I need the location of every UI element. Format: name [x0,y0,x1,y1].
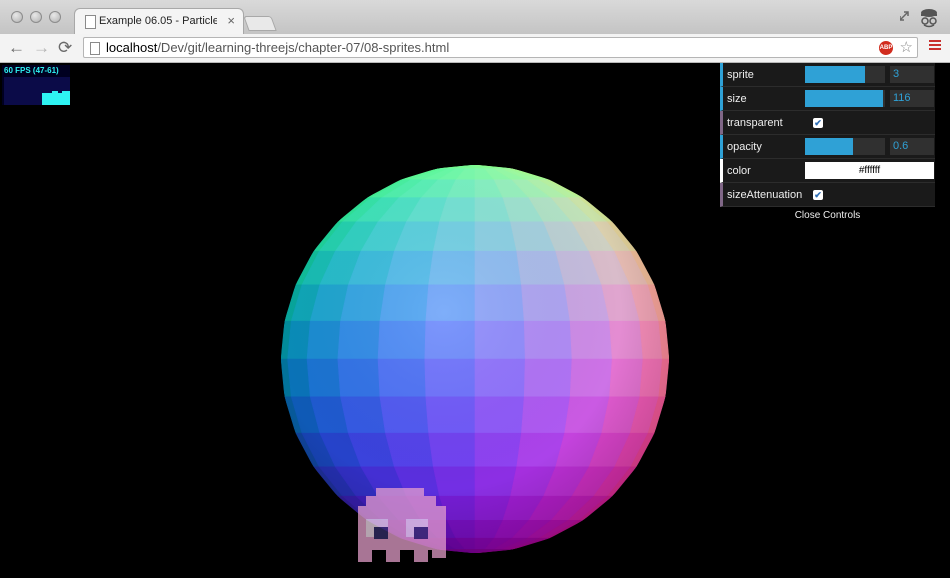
incognito-icon [921,9,937,28]
back-button[interactable]: ← [8,38,25,58]
window-icons [899,6,940,33]
opacity-slider-fill [805,138,853,155]
size-slider-fill [805,90,884,107]
page-icon [90,42,100,55]
close-window-button[interactable] [11,11,23,23]
control-transparent: transparent ✔ [720,111,935,135]
size-attenuation-checkbox[interactable]: ✔ [813,190,823,200]
menu-icon[interactable] [929,40,941,52]
browser-toolbar: ← → ⟳ localhost/Dev/git/learning-threejs… [0,34,950,63]
tab-strip: Example 06.05 - Particles × [0,0,950,35]
fps-stats-panel[interactable]: 60 FPS (47-61) [2,65,70,105]
size-input[interactable]: 116 [890,90,934,107]
document-icon [85,15,96,29]
size-attenuation-label: sizeAttenuation [727,189,803,201]
tab-close-button[interactable]: × [227,13,235,28]
sprite-slider-fill [805,66,865,83]
tab-title: Example 06.05 - Particles [99,15,217,27]
tab-active[interactable]: Example 06.05 - Particles × [74,8,244,35]
url-host: localhost [106,40,158,55]
transparent-label: transparent [727,117,783,129]
control-size-attenuation: sizeAttenuation ✔ [720,183,935,207]
new-tab-button[interactable] [243,16,277,31]
normal-sphere [281,165,669,553]
fps-label: 60 FPS (47-61) [4,66,59,75]
adblock-icon[interactable]: ABP [879,41,893,55]
zoom-window-button[interactable] [49,11,61,23]
transparent-checkbox[interactable]: ✔ [813,118,823,128]
ghost-sprite [358,488,446,562]
reload-button[interactable]: ⟳ [58,38,72,58]
control-opacity: opacity 0.6 [720,135,935,159]
control-sprite: sprite 3 [720,63,935,87]
minimize-window-button[interactable] [30,11,42,23]
close-controls-button[interactable]: Close Controls [720,207,935,225]
url-path: /Dev/git/learning-threejs/chapter-07/08-… [157,40,450,55]
url-text: localhost/Dev/git/learning-threejs/chapt… [106,40,449,55]
opacity-slider[interactable] [805,138,885,155]
control-size: size 116 [720,87,935,111]
color-input[interactable]: #ffffff [805,162,934,179]
forward-button[interactable]: → [33,38,50,58]
sprite-input[interactable]: 3 [890,66,934,83]
control-color: color #ffffff [720,159,935,183]
size-slider[interactable] [805,90,885,107]
opacity-input[interactable]: 0.6 [890,138,934,155]
color-label: color [727,165,751,177]
size-label: size [727,93,747,105]
opacity-label: opacity [727,141,762,153]
bookmark-star-icon[interactable]: ☆ [900,38,913,56]
fps-graph [4,77,70,105]
sprite-label: sprite [727,69,754,81]
webgl-viewport[interactable]: 60 FPS (47-61) sprite 3 size 116 transpa… [0,63,950,578]
sprite-slider[interactable] [805,66,885,83]
fullscreen-icon[interactable] [899,11,909,21]
address-bar[interactable]: localhost/Dev/git/learning-threejs/chapt… [83,37,918,58]
controls-panel: sprite 3 size 116 transparent ✔ opacity … [720,63,935,225]
